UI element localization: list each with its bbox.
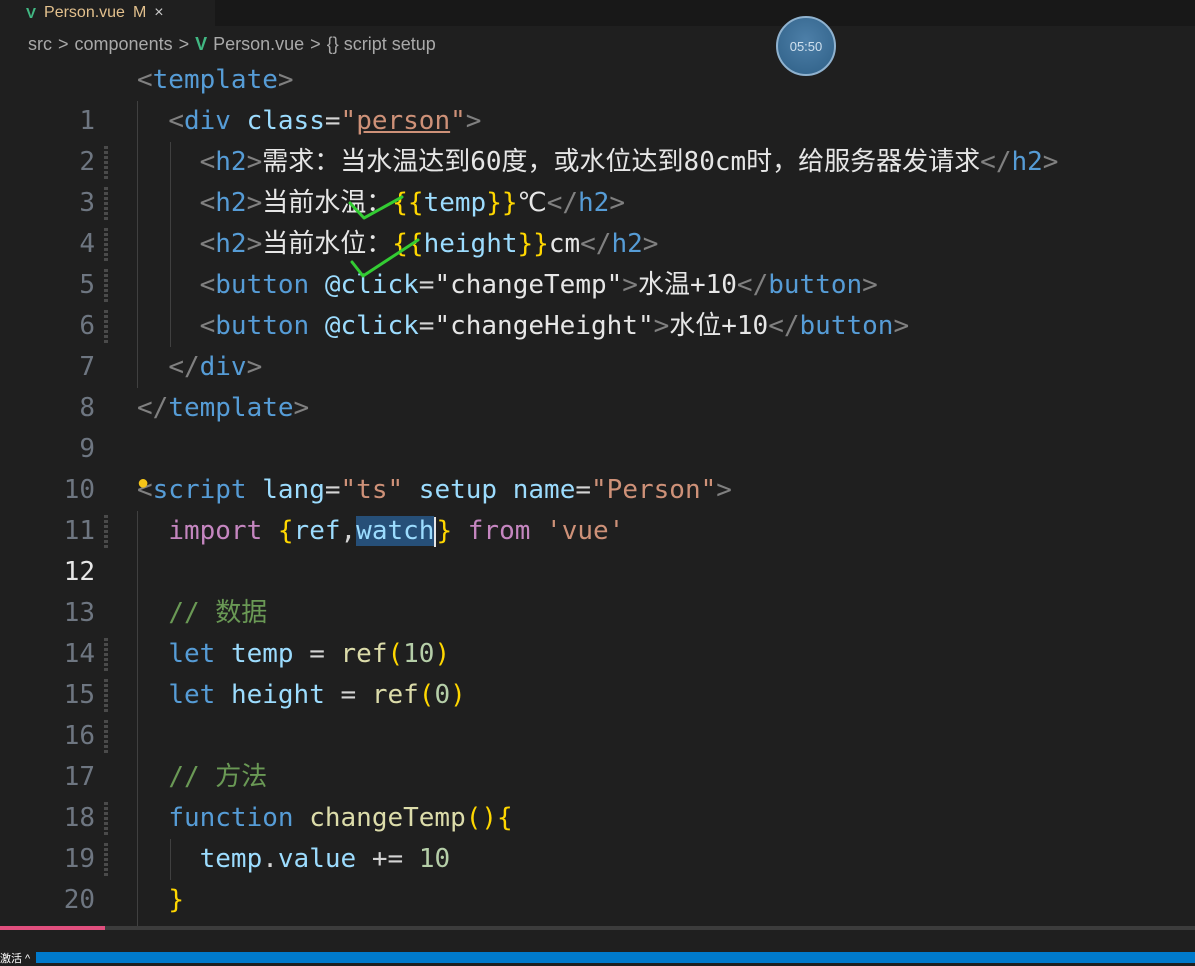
code-content: <h2>需求：当水温达到60度，或水位达到80cm时，给服务器发请求</h2>	[199, 147, 1059, 177]
breadcrumb: src > components > V Person.vue > {} scr…	[28, 32, 436, 56]
code-line[interactable]: 15 let temp = ref(10)	[0, 634, 1195, 710]
code-line[interactable]: 5 <h2>当前水位：{{height}}cm</h2>	[0, 224, 1195, 300]
tab-bar: V Person.vue M ×	[0, 0, 1195, 26]
code-line[interactable]: 4 <h2>当前水温：{{temp}}℃</h2>	[0, 183, 1195, 259]
breadcrumb-separator: >	[178, 33, 190, 54]
code-line[interactable]: 11 <script lang="ts" setup name="Person"…	[0, 470, 1195, 546]
code-content: <button @click="changeTemp">水温+10</butto…	[199, 270, 878, 300]
selected-text: watch	[356, 516, 435, 546]
modified-indicator: M	[132, 4, 147, 21]
breadcrumb-item-components[interactable]: components	[75, 34, 173, 55]
git-change-marker	[104, 515, 108, 548]
close-tab-icon[interactable]: ×	[154, 4, 163, 22]
git-change-marker	[104, 679, 108, 712]
code-line[interactable]: 17	[0, 716, 1195, 792]
code-line[interactable]: 6 <button @click="changeTemp">水温+10</but…	[0, 265, 1195, 341]
breadcrumb-separator: >	[310, 33, 321, 54]
code-line[interactable]: 1 <template>	[0, 60, 1195, 136]
code-content: import {ref,watch} from 'vue'	[168, 516, 625, 547]
code-content: <h2>当前水位：{{height}}cm</h2>	[199, 229, 659, 259]
code-content: }	[168, 885, 184, 915]
code-content: <button @click="changeHeight">水位+10</but…	[199, 311, 910, 341]
scroll-indicator	[0, 926, 105, 930]
code-content: </template>	[137, 393, 310, 423]
code-line[interactable]: 2 <div class="person">	[0, 101, 1195, 177]
code-line[interactable]: 19 function changeTemp(){	[0, 798, 1195, 874]
git-change-marker	[104, 269, 108, 302]
code-line[interactable]: 8 </div>	[0, 347, 1195, 423]
git-change-marker	[104, 638, 108, 671]
breadcrumb-item-src[interactable]: src	[28, 34, 52, 55]
breadcrumb-item-file[interactable]: Person.vue	[213, 34, 304, 55]
code-content: // 方法	[168, 762, 268, 792]
code-line[interactable]: 20 temp.value += 10	[0, 839, 1195, 915]
code-line[interactable]: 18 // 方法	[0, 757, 1195, 833]
git-change-marker	[104, 228, 108, 261]
editor-tab[interactable]: V Person.vue M ×	[0, 0, 215, 26]
code-content: </div>	[168, 352, 263, 382]
code-editor[interactable]: 1 <template> 2 <div class="person"> 3 <h…	[0, 60, 1195, 930]
code-content: <div class="person">	[168, 106, 482, 136]
git-change-marker	[104, 146, 108, 179]
code-line[interactable]: 16 let height = ref(0)	[0, 675, 1195, 751]
horizontal-scrollbar[interactable]	[0, 926, 1195, 930]
code-line[interactable]: 21 }	[0, 880, 1195, 930]
code-content: function changeTemp(){	[168, 803, 513, 833]
status-text: 激活 ^	[0, 950, 37, 966]
git-change-marker	[104, 310, 108, 343]
breadcrumb-item-symbol[interactable]: {} script setup	[327, 34, 436, 55]
code-content: <script lang="ts" setup name="Person">	[137, 475, 732, 505]
git-change-marker	[104, 843, 108, 876]
tab-title: Person.vue	[44, 4, 125, 21]
git-change-marker	[104, 720, 108, 753]
vue-file-icon: V	[26, 4, 37, 22]
code-content: // 数据	[168, 598, 268, 628]
lightbulb-icon[interactable]: ●	[137, 472, 149, 495]
code-line[interactable]: 10	[0, 429, 1195, 505]
code-content: temp.value += 10	[199, 844, 451, 874]
git-change-marker	[104, 802, 108, 835]
code-line[interactable]: 14 // 数据	[0, 593, 1195, 669]
breadcrumb-separator: >	[58, 33, 69, 54]
code-line-active[interactable]: 12 import {ref,watch} from 'vue'	[0, 511, 1195, 587]
code-line[interactable]: 13	[0, 552, 1195, 628]
code-content: <template>	[137, 65, 294, 95]
vue-file-icon: V	[195, 33, 208, 54]
code-line[interactable]: 7 <button @click="changeHeight">水位+10</b…	[0, 306, 1195, 382]
code-line[interactable]: 3 <h2>需求：当水温达到60度，或水位达到80cm时，给服务器发请求</h2…	[0, 142, 1195, 218]
code-content: <h2>当前水温：{{temp}}℃</h2>	[199, 188, 625, 218]
code-content: let height = ref(0)	[168, 680, 466, 710]
h2-requirement-text: 需求：当水温达到60度，或水位达到80cm时，给服务器发请求	[262, 147, 981, 177]
code-line[interactable]: 9 </template>	[0, 388, 1195, 464]
status-bar: 激活 ^	[0, 950, 1195, 966]
code-content: let temp = ref(10)	[168, 639, 451, 669]
class-value: person	[356, 106, 451, 136]
git-change-marker	[104, 187, 108, 220]
